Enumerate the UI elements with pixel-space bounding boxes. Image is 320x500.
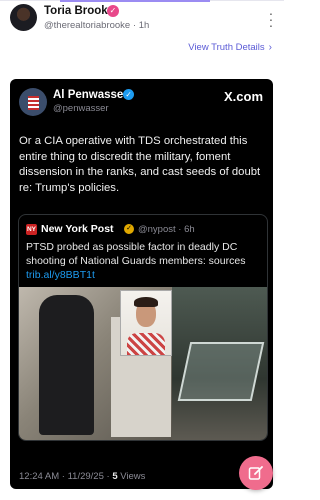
more-vertical-icon[interactable]: · · · <box>266 6 276 32</box>
quoted-author-name: Al Penwasser <box>53 89 128 101</box>
photo-right-scene <box>172 287 267 440</box>
nested-handle: @nypost <box>138 224 176 235</box>
news-photo[interactable] <box>19 287 267 440</box>
view-truth-details-label: View Truth Details <box>188 42 265 53</box>
nested-author-name: New York Post <box>41 223 114 235</box>
nested-post-text: PTSD probed as possible factor in deadly… <box>26 240 264 282</box>
top-divider <box>0 0 284 2</box>
views-label: Views <box>117 471 146 482</box>
mugshot-inset <box>120 290 172 356</box>
quoted-author-avatar <box>19 88 47 116</box>
author-handle: @therealtoriabrooke <box>44 20 131 31</box>
post-time: 1h <box>138 20 150 31</box>
x-platform-logo: X.com <box>223 89 263 104</box>
nested-handle-time: @nypost · 6h <box>138 224 195 235</box>
quoted-post-card[interactable]: Al Penwasser ✓ @penwasser X.com Or a CIA… <box>10 79 273 489</box>
post-timestamp: 12:24 AM · 11/29/25 · 5 Views <box>19 471 145 482</box>
verified-badge-icon: ✓ <box>123 89 134 100</box>
nypost-logo-icon: NY <box>26 224 37 235</box>
compose-button[interactable] <box>239 456 273 490</box>
quoted-author-handle: @penwasser <box>53 103 109 114</box>
author-name[interactable]: Toria Brooke <box>44 5 114 17</box>
verified-badge-icon: ✓ <box>124 224 134 234</box>
nested-link[interactable]: trib.al/y8BBT1t <box>26 269 95 281</box>
nested-time: 6h <box>184 224 195 235</box>
chevron-right-icon: › <box>268 42 272 53</box>
timestamp-text: 12:24 AM · 11/29/25 · <box>19 471 113 482</box>
quoted-post-text: Or a CIA operative with TDS orchestrated… <box>19 135 261 194</box>
compose-icon <box>248 466 263 480</box>
verified-badge-icon: ✓ <box>107 5 119 17</box>
view-truth-details-link[interactable]: View Truth Details › <box>188 42 272 53</box>
nested-headline: PTSD probed as possible factor in deadly… <box>26 241 246 267</box>
author-handle-time: @therealtoriabrooke · 1h <box>44 20 150 31</box>
author-avatar[interactable] <box>10 4 37 31</box>
post-header: Toria Brooke ✓ @therealtoriabrooke · 1h … <box>10 4 276 34</box>
nested-quote-card[interactable]: NY New York Post ✓ @nypost · 6h PTSD pro… <box>18 214 268 441</box>
